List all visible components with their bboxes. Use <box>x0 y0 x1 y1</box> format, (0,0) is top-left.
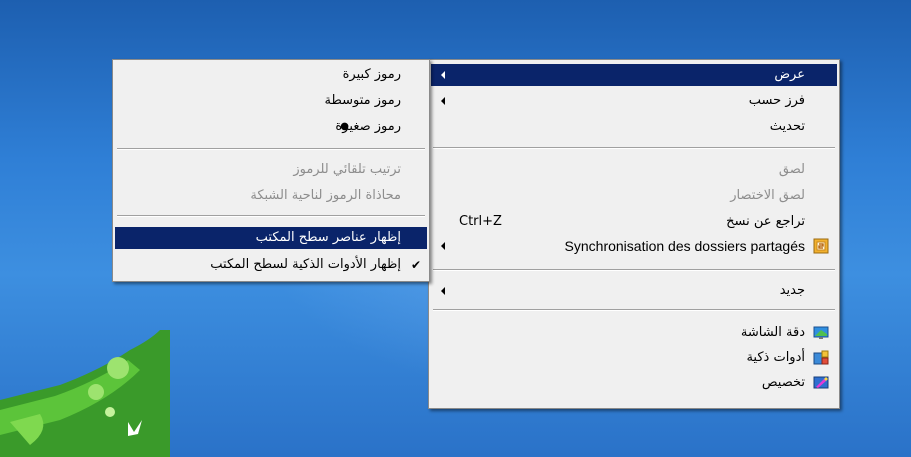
menu-item-gadgets[interactable]: أدوات ذكية <box>431 347 837 369</box>
menu-item-paste[interactable]: لصق <box>431 159 837 181</box>
gadgets-icon <box>813 350 829 365</box>
menu-separator <box>117 148 425 150</box>
menu-separator <box>433 269 835 271</box>
personalize-icon <box>813 376 829 389</box>
menu-item-screen-resolution[interactable]: دقة الشاشة <box>431 322 837 344</box>
desktop-context-menu: عرض فرز حسب تحديث لصق لصق الاختصار تراجع… <box>428 59 840 409</box>
menu-item-undo-copy[interactable]: تراجع عن نسخ Ctrl+Z <box>431 211 837 233</box>
submenu-arrow-icon <box>441 287 445 295</box>
view-submenu: رموز كبيرة رموز متوسطة ● رموز صغيرة ترتي… <box>112 59 430 282</box>
menu-item-label: تراجع عن نسخ <box>726 214 805 229</box>
menu-item-label: فرز حسب <box>748 93 805 108</box>
menu-item-label: Synchronisation des dossiers partagés <box>564 238 805 254</box>
menu-separator <box>433 147 835 149</box>
sync-folders-icon <box>813 238 829 254</box>
menu-item-auto-arrange[interactable]: ترتيب تلقائي للرموز <box>115 159 427 181</box>
menu-item-sort-by[interactable]: فرز حسب <box>431 90 837 112</box>
menu-item-new[interactable]: جديد <box>431 280 837 302</box>
menu-item-personalize[interactable]: تخصيص <box>431 372 837 394</box>
menu-item-label: تخصيص <box>761 375 805 390</box>
menu-item-label: لصق الاختصار <box>730 188 805 203</box>
menu-item-sync-folders[interactable]: Synchronisation des dossiers partagés <box>431 235 837 257</box>
menu-item-refresh[interactable]: تحديث <box>431 116 837 138</box>
screen-resolution-icon <box>813 326 829 339</box>
menu-item-align-to-grid[interactable]: محاذاة الرموز لناحية الشبكة <box>115 185 427 207</box>
menu-item-label: إظهار عناصر سطح المكتب <box>255 230 401 245</box>
menu-item-label: رموز كبيرة <box>342 67 401 82</box>
menu-item-label: لصق <box>778 162 805 177</box>
menu-item-show-desktop-icons[interactable]: إظهار عناصر سطح المكتب <box>115 227 427 249</box>
menu-separator <box>433 309 835 311</box>
menu-item-paste-shortcut[interactable]: لصق الاختصار <box>431 185 837 207</box>
menu-item-view[interactable]: عرض <box>431 64 837 86</box>
submenu-arrow-icon <box>441 71 445 79</box>
menu-item-label: تحديث <box>769 119 805 134</box>
menu-item-large-icons[interactable]: رموز كبيرة <box>115 64 427 86</box>
menu-item-label: رموز متوسطة <box>324 93 402 108</box>
menu-item-small-icons[interactable]: ● رموز صغيرة <box>115 116 427 138</box>
submenu-arrow-icon <box>441 242 445 250</box>
menu-item-medium-icons[interactable]: رموز متوسطة <box>115 90 427 112</box>
submenu-arrow-icon <box>441 97 445 105</box>
menu-item-label: جديد <box>779 283 805 298</box>
shortcut-label: Ctrl+Z <box>459 214 502 229</box>
menu-item-label: دقة الشاشة <box>740 325 805 340</box>
check-icon: ✔ <box>410 258 421 272</box>
menu-item-label: عرض <box>774 67 805 82</box>
windows-logo-wallpaper <box>0 330 170 457</box>
menu-item-label: رموز صغيرة <box>335 119 401 134</box>
menu-item-label: ترتيب تلقائي للرموز <box>293 162 401 177</box>
menu-item-label: إظهار الأدوات الذكية لسطح المكتب <box>210 257 401 272</box>
menu-item-show-desktop-gadgets[interactable]: إظهار الأدوات الذكية لسطح المكتب ✔ <box>115 254 427 276</box>
menu-item-label: أدوات ذكية <box>746 350 805 365</box>
menu-separator <box>117 215 425 217</box>
menu-item-label: محاذاة الرموز لناحية الشبكة <box>250 188 401 203</box>
